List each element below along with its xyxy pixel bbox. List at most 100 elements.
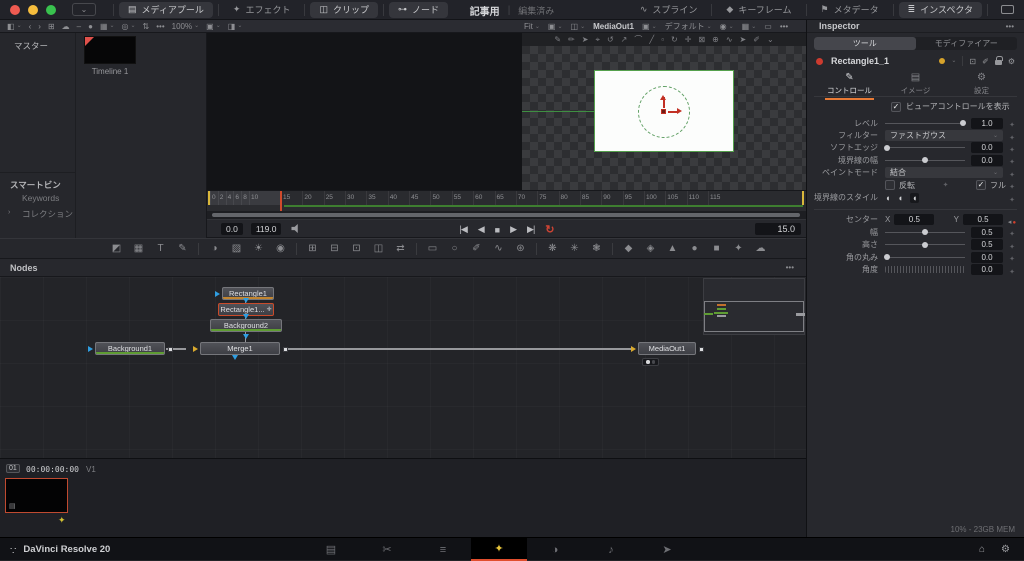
close-window-button[interactable] [10,5,20,15]
page-edit[interactable]: ≡ [415,538,471,561]
current-frame-field[interactable]: 15.0 [755,223,801,235]
param-slider[interactable] [885,160,965,161]
transform-center-handle[interactable] [661,109,666,114]
modifier-dot[interactable]: ✦ [1006,261,1018,279]
titlebar-button-clips[interactable]: ◫クリップ [310,2,378,18]
param-dropdown[interactable]: 結合⌄ [885,167,1003,178]
y-value-field[interactable]: 0.5 [963,214,1003,225]
node-tool-icon-3-0[interactable]: ▭ [426,243,439,254]
split-view-icon[interactable]: ◫⌄ [571,22,586,31]
window-layout-icon[interactable]: ⌄ [72,3,96,16]
transport-play-button[interactable]: ▶ [510,224,516,235]
inspector-subtab-イメージ[interactable]: ▤イメージ [889,72,943,96]
node-tool-icon-2-2[interactable]: ⊡ [350,243,363,254]
minimize-window-button[interactable] [28,5,38,15]
node-tool-icon-1-3[interactable]: ◉ [274,243,287,254]
draw-tool-7[interactable]: ⌒ [634,34,642,45]
page-deliver[interactable]: ➤ [639,538,695,561]
node-tool-icon-1-1[interactable]: ▨ [230,243,243,254]
titlebar-button-inspector[interactable]: ≣インスペクタ [899,2,982,18]
node-background1[interactable]: Background1 [95,342,165,355]
checkbox-フル[interactable]: ✓ [976,180,986,190]
node-tool-icon-5-6[interactable]: ☁ [754,243,767,254]
node-tool-icon-5-1[interactable]: ◈ [644,243,657,254]
node-tool-icon-3-3[interactable]: ∿ [492,243,505,254]
param-value-field[interactable]: 0.0 [971,252,1003,263]
angle-thumbwheel[interactable] [885,266,965,273]
playhead[interactable] [280,191,282,211]
inspector-tab-ツール[interactable]: ツール [814,37,916,50]
gamut-icon[interactable]: ◉⌄ [720,22,734,31]
draw-tool-9[interactable]: ▫ [661,35,664,44]
timeline-scrollbar[interactable] [207,211,806,219]
transport-go-last-button[interactable]: ▶| [527,224,534,235]
bin-collections[interactable]: コレクション [22,208,73,220]
node-tool-icon-4-2[interactable]: ❃ [590,243,603,254]
fit-select[interactable]: Fit⌄ [524,22,540,31]
inspector-subtab-設定[interactable]: ⚙設定 [955,72,1009,96]
channel-select-icon[interactable]: ▣⌄ [548,22,563,31]
project-settings-gear-icon[interactable]: ⚙ [1001,544,1010,555]
clean-feed-icon[interactable] [1001,5,1014,14]
node-tool-icon-2-0[interactable]: ⊞ [306,243,319,254]
sort-icon[interactable]: ⇅ [143,22,150,31]
param-value-field[interactable]: 0.0 [971,264,1003,275]
node-mediaout1[interactable]: MediaOut1 [638,342,696,355]
time-ruler[interactable]: 0246810152025303540455055606570758085909… [207,190,806,211]
param-slider[interactable] [885,232,965,233]
node-tool-icon-5-3[interactable]: ● [688,243,701,254]
viewer-transparency-checkerboard[interactable] [522,46,806,190]
node-tool-icon-0-3[interactable]: ✎ [176,243,189,254]
pick-icon[interactable]: ✐ [982,57,989,66]
node-tool-icon-0-1[interactable]: ▦ [132,243,145,254]
back-icon[interactable]: ‹ [29,22,32,31]
zoom-dot-icon[interactable]: ● [88,22,93,31]
node-output-handle[interactable] [168,347,173,352]
node-tool-icon-0-0[interactable]: ◩ [110,243,123,254]
node-tool-icon-3-2[interactable]: ✐ [470,243,483,254]
titlebar-button-effects[interactable]: ✦エフェクト [224,2,300,18]
expand-icon[interactable]: ▭ [764,22,772,31]
param-value-field[interactable]: 0.5 [971,239,1003,250]
list-view-icon[interactable]: ◨⌄ [228,22,243,31]
border-style-option-1[interactable]: ◖ [885,193,890,203]
border-style-option-3[interactable]: ◖ [910,193,919,203]
options-menu[interactable]: ••• [780,22,788,31]
draw-tool-10[interactable]: ↻ [671,35,678,44]
lut-select[interactable]: デフォルト⌄ [665,21,712,32]
node-output-handle[interactable] [283,347,288,352]
chevron-right-icon[interactable]: › [8,209,10,216]
page-color[interactable]: ◑ [527,538,583,561]
param-slider[interactable] [885,147,965,148]
titlebar-button-media-pool[interactable]: ▤メディアプール [119,2,213,18]
draw-tool-1[interactable]: ✎ [554,35,561,44]
viewer-controls-checkbox[interactable]: ✓ [891,102,901,112]
titlebar-button-spline[interactable]: ∿スプライン [631,2,707,18]
copy-settings-icon[interactable]: ⊡ [969,57,976,66]
draw-tool-12[interactable]: ⊠ [698,35,705,44]
x-value-field[interactable]: 0.5 [894,214,934,225]
node-tool-icon-1-0[interactable]: ◑ [208,243,221,254]
view-grid-icon[interactable]: ▦⌄ [100,22,115,31]
param-dropdown[interactable]: ファストガウス⌄ [885,130,1003,141]
zoom-window-button[interactable] [46,5,56,15]
titlebar-button-metadata[interactable]: ⚑メタデータ [812,2,888,18]
page-cut[interactable]: ✂ [359,538,415,561]
param-value-field[interactable]: 0.0 [971,142,1003,153]
draw-tool-3[interactable]: ➤ [582,35,589,44]
draw-tool-13[interactable]: ⊕ [712,35,719,44]
node-tool-icon-3-1[interactable]: ○ [448,243,461,254]
current-clip-thumbnail[interactable]: ▤ [5,478,68,513]
node-tool-icon-4-1[interactable]: ✳ [568,243,581,254]
viewer-canvas-panel[interactable]: ✎✏➤⌖↺↗⌒╱▫↻✛⊠⊕∿➤✐⌄ [522,33,806,190]
settings-gear-icon[interactable]: ⚙ [1008,57,1015,66]
draw-tool-2[interactable]: ✏ [568,35,575,44]
chevron-down-icon[interactable]: ⌄ [951,58,956,64]
draw-tool-15[interactable]: ➤ [740,35,747,44]
version-color-dot[interactable] [939,58,945,64]
modifier-dot[interactable]: ✦ [1006,189,1018,207]
node-tool-icon-5-4[interactable]: ■ [710,243,723,254]
param-value-field[interactable]: 1.0 [971,118,1003,129]
node-tool-icon-2-1[interactable]: ⊟ [328,243,341,254]
node-tool-icon-5-2[interactable]: ▲ [666,243,679,254]
